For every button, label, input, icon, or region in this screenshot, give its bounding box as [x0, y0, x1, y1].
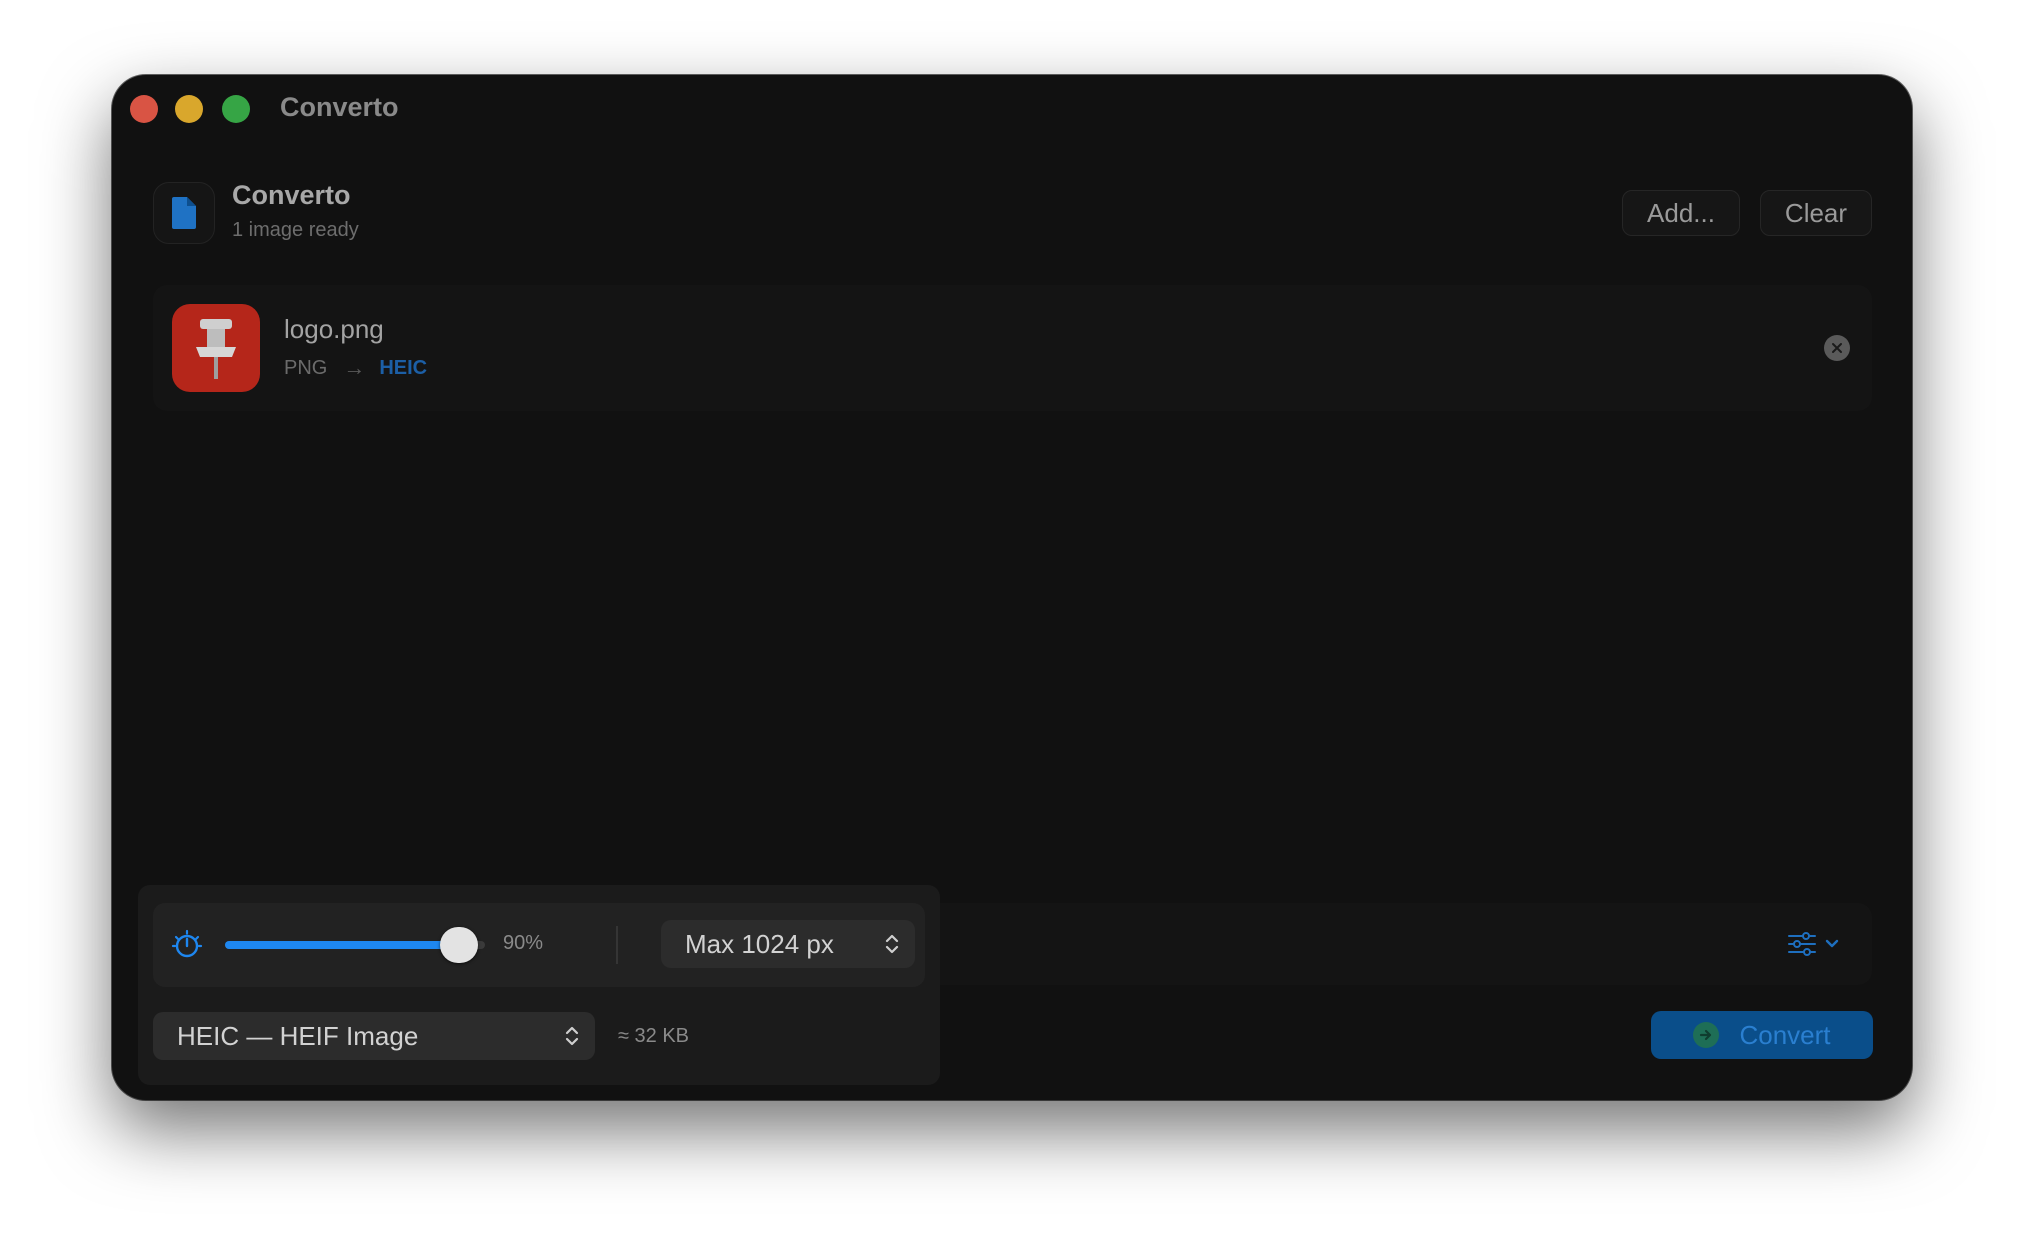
- convert-button[interactable]: Convert: [1651, 1011, 1873, 1059]
- app-name: Converto: [232, 180, 351, 210]
- clear-button[interactable]: Clear: [1760, 190, 1872, 236]
- chevron-up-down-icon: [885, 934, 899, 954]
- estimated-size: ≈ 32 KB: [618, 1025, 690, 1047]
- file-format-conversion: PNG → HEIC: [284, 355, 427, 381]
- output-format-select[interactable]: HEIC — HEIF Image: [153, 1012, 595, 1060]
- close-circle-icon[interactable]: [1824, 335, 1850, 361]
- arrow-right-circle-icon: [1693, 1022, 1720, 1048]
- file-list-item[interactable]: logo.png PNG → HEIC: [153, 285, 1872, 411]
- quality-value: 90%: [503, 932, 544, 954]
- arrow-right-icon: →: [343, 355, 366, 380]
- add-button[interactable]: Add...: [1622, 190, 1740, 236]
- window-close-button[interactable]: [130, 95, 158, 123]
- sliders-icon[interactable]: [1787, 928, 1845, 960]
- document-icon: [153, 182, 215, 244]
- conversion-options-panel: 90% Max 1024 px HEIC — HEIF Image ≈ 32 K…: [138, 885, 940, 1085]
- convert-label: Convert: [1739, 1019, 1831, 1050]
- image-count-status: 1 image ready: [232, 219, 359, 241]
- quality-slider-fill: [225, 941, 459, 949]
- source-format: PNG: [284, 356, 328, 379]
- quality-slider[interactable]: [225, 927, 485, 963]
- max-size-select[interactable]: Max 1024 px: [661, 920, 915, 968]
- target-format: HEIC: [379, 356, 428, 379]
- chevron-up-down-icon: [565, 1026, 579, 1046]
- quality-dial-icon: [171, 929, 203, 958]
- divider: [616, 926, 618, 964]
- max-size-value: Max 1024 px: [685, 928, 834, 959]
- window-title: Converto: [280, 92, 399, 122]
- file-name: logo.png: [284, 314, 384, 344]
- app-window: Converto Converto 1 image ready Add... C…: [112, 75, 1912, 1100]
- window-minimize-button[interactable]: [175, 95, 203, 123]
- window-zoom-button[interactable]: [222, 95, 250, 123]
- output-format-value: HEIC — HEIF Image: [177, 1020, 419, 1051]
- quality-slider-thumb[interactable]: [440, 927, 478, 963]
- pushpin-icon: [172, 304, 260, 392]
